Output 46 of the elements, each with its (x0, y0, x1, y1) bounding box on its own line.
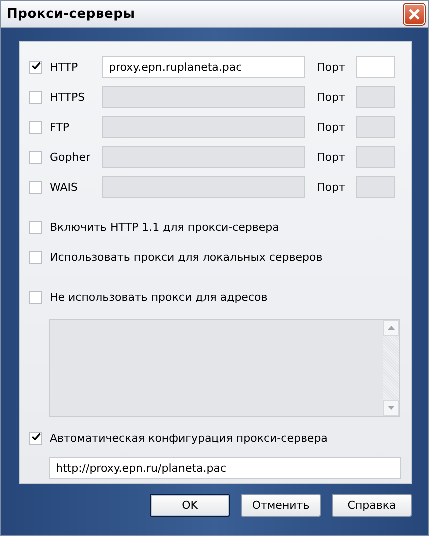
protocol-label: HTTP (50, 60, 80, 74)
window-title: Прокси-серверы (7, 6, 136, 22)
checkbox[interactable] (29, 290, 42, 304)
close-button[interactable] (404, 4, 425, 24)
port-field[interactable] (356, 146, 395, 168)
protocol-label: WAIS (50, 180, 80, 194)
checkmark-icon (32, 431, 41, 443)
checkbox[interactable] (29, 250, 42, 264)
scroll-down-icon[interactable] (388, 406, 394, 410)
checkbox[interactable] (29, 180, 42, 194)
checkbox[interactable] (29, 150, 42, 164)
dialog-button[interactable]: OK (150, 494, 230, 517)
port-field[interactable] (356, 176, 395, 198)
port-label: Порт (317, 60, 346, 74)
protocol-label: HTTPS (50, 90, 86, 104)
checkbox[interactable] (29, 60, 42, 74)
port-field[interactable] (356, 116, 395, 138)
address-field[interactable]: proxy.epn.ruplaneta.pac (102, 56, 305, 78)
option-label: Не использовать прокси для адресов (50, 290, 268, 304)
port-field[interactable] (356, 86, 395, 108)
protocol-label: Gopher (50, 150, 92, 164)
option-label: Включить HTTP 1.1 для прокси-сервера (50, 220, 280, 234)
option-label: Использовать прокси для локальных серверов (50, 250, 323, 264)
dialog-button[interactable]: Отменить (241, 494, 321, 517)
checkmark-icon (32, 60, 41, 72)
port-label: Порт (317, 180, 346, 194)
address-list[interactable] (49, 319, 400, 417)
address-field[interactable] (102, 176, 305, 198)
checkbox[interactable] (29, 90, 42, 104)
scrollbar[interactable] (383, 320, 399, 416)
close-icon[interactable] (408, 8, 421, 20)
option-label: Автоматическая конфигурация прокси-сервера (50, 432, 328, 444)
address-field[interactable] (102, 86, 305, 108)
checkbox[interactable] (29, 120, 42, 134)
address-field[interactable] (102, 116, 305, 138)
port-label: Порт (317, 90, 346, 104)
checkbox[interactable] (29, 220, 42, 234)
dialog-button[interactable]: Справка (332, 494, 412, 517)
port-label: Порт (317, 120, 346, 134)
url-field[interactable]: http://proxy.epn.ru/planeta.pac (49, 457, 401, 479)
port-field[interactable] (356, 56, 395, 78)
protocol-label: FTP (50, 120, 70, 134)
checkbox[interactable] (29, 432, 42, 444)
scroll-up-icon[interactable] (388, 326, 394, 330)
port-label: Порт (317, 150, 346, 164)
address-field[interactable] (102, 146, 305, 168)
